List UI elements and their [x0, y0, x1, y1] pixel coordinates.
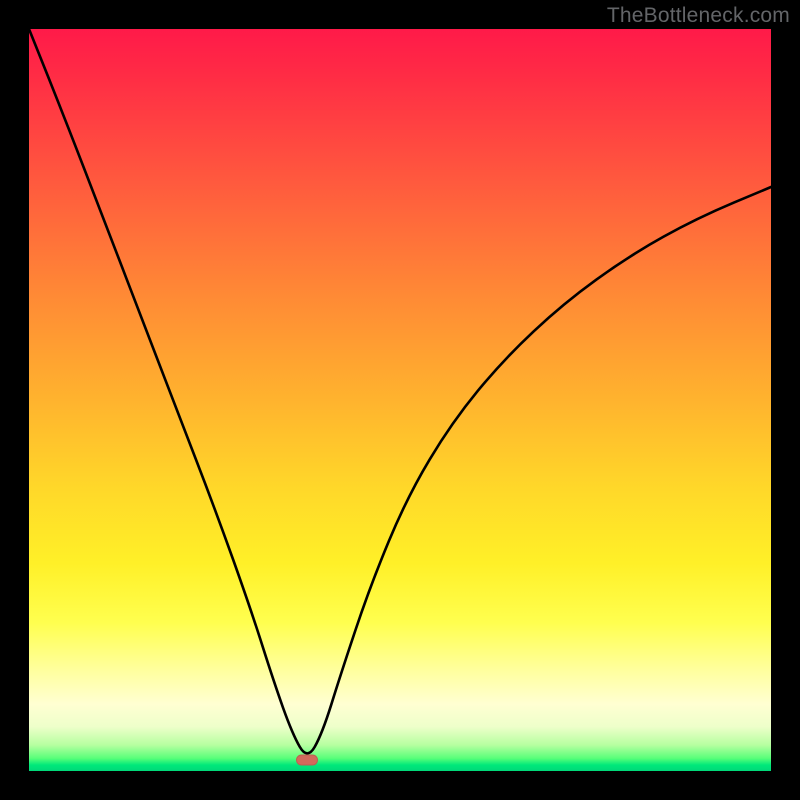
minimum-marker [296, 754, 318, 765]
chart-frame: TheBottleneck.com [0, 0, 800, 800]
curve-svg [29, 29, 771, 771]
watermark-text: TheBottleneck.com [607, 4, 790, 28]
plot-area [29, 29, 771, 771]
bottleneck-curve-path [29, 29, 771, 753]
